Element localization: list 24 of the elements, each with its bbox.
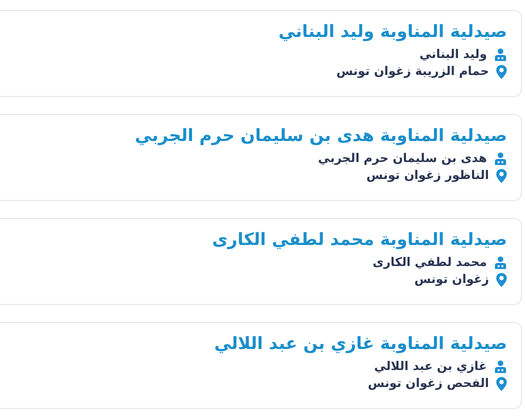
pharmacy-title[interactable]: صيدلية المناوبة هدى بن سليمان حرم الجربي: [134, 125, 507, 147]
location-pin-icon: [496, 376, 507, 390]
location-pin-icon: [496, 272, 507, 286]
person-icon: [494, 152, 507, 165]
address-text: زغوان تونس: [414, 271, 489, 288]
owner-name: وليد البناني: [419, 46, 487, 63]
owner-name: محمد لطفي الكارى: [372, 254, 487, 271]
pharmacy-card[interactable]: صيدلية المناوبة هدى بن سليمان حرم الجربي هدى بن سليمان حرم الجربي الناظور زغوان تونس: [0, 114, 522, 201]
address-text: الناظور زغوان تونس: [366, 167, 489, 184]
pharmacy-title[interactable]: صيدلية المناوبة غازي بن عبد اللالي: [214, 333, 507, 355]
pharmacy-card[interactable]: صيدلية المناوبة محمد لطفي الكارى محمد لطفي الكارى زغوان تونس: [0, 218, 522, 305]
person-icon: [494, 360, 507, 373]
location-pin-icon: [496, 168, 507, 182]
person-icon: [494, 48, 507, 61]
address-text: الفحص زغوان تونس: [368, 375, 489, 392]
owner-name: غازي بن عبد اللالي: [374, 358, 487, 375]
pharmacy-card[interactable]: صيدلية المناوبة وليد البناني وليد البناني حمام الزريبة زغوان تونس: [0, 10, 522, 97]
location-pin-icon: [496, 64, 507, 78]
pharmacy-title[interactable]: صيدلية المناوبة محمد لطفي الكارى: [212, 229, 507, 251]
owner-name: هدى بن سليمان حرم الجربي: [318, 150, 487, 167]
person-icon: [494, 256, 507, 269]
address-text: حمام الزريبة زغوان تونس: [336, 63, 489, 80]
pharmacy-card[interactable]: صيدلية المناوبة غازي بن عبد اللالي غازي بن عبد اللالي الفحص زغوان تونس: [0, 322, 522, 409]
pharmacy-title[interactable]: صيدلية المناوبة وليد البناني: [278, 21, 507, 43]
